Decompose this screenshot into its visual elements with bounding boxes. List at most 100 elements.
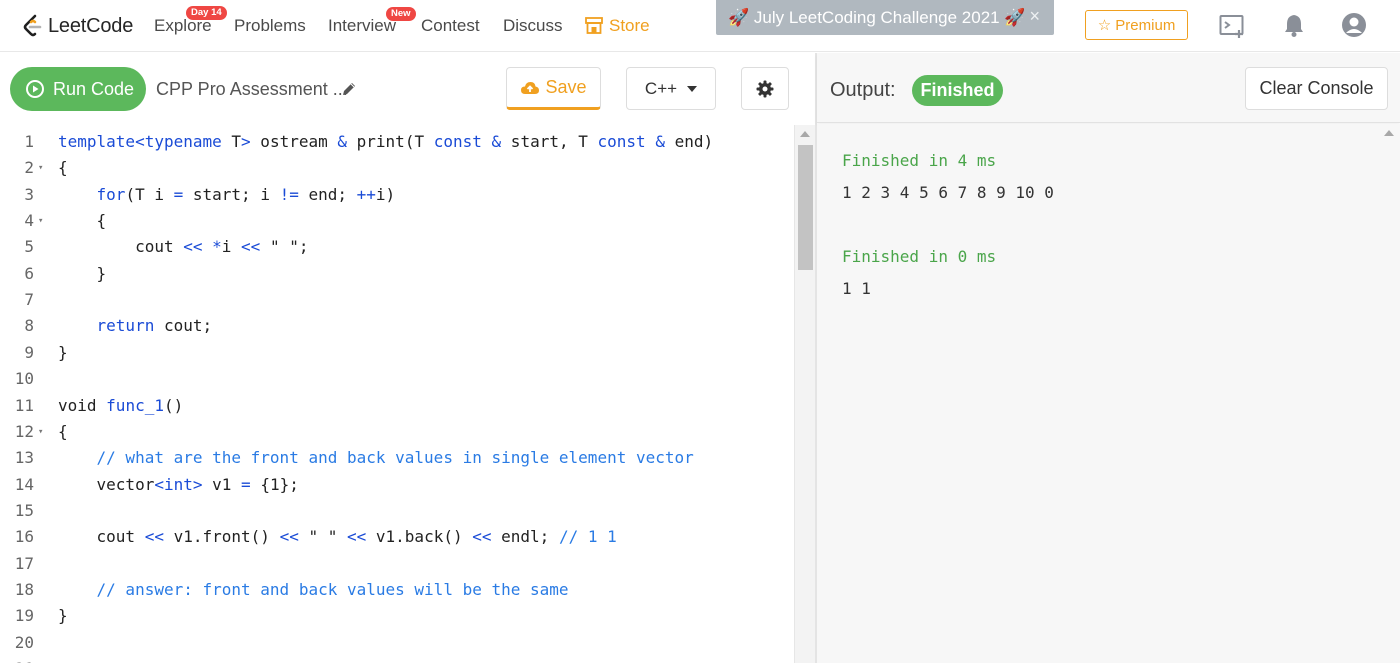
- leetcode-logo-icon: [23, 14, 42, 37]
- code-text: vector<int> v1 = {1};: [58, 474, 299, 494]
- code-line[interactable]: 8 return cout;: [0, 313, 793, 339]
- code-line[interactable]: 13 // what are the front and back values…: [0, 445, 793, 471]
- editor-scrollbar[interactable]: [794, 125, 815, 663]
- code-text: {: [58, 211, 107, 231]
- code-line[interactable]: 14 vector<int> v1 = {1};: [0, 472, 793, 498]
- output-console: Finished in 4 ms 1 2 3 4 5 6 7 8 9 10 0 …: [817, 124, 1400, 663]
- banner-close-icon[interactable]: ×: [1029, 6, 1040, 27]
- code-editor[interactable]: 1 template<typename T> ostream & print(T …: [0, 125, 815, 663]
- code-text: template<typename T> ostream & print(T c…: [58, 132, 714, 151]
- play-circle-icon: [26, 80, 44, 98]
- output-scrollbar[interactable]: [1379, 124, 1400, 663]
- line-number: 3: [24, 184, 34, 204]
- code-line[interactable]: 6 }: [0, 261, 793, 287]
- line-number: 11: [14, 395, 34, 415]
- output-header: Output: Finished Clear Console: [817, 53, 1400, 123]
- code-line[interactable]: 9}: [0, 340, 793, 366]
- code-line[interactable]: 21: [0, 656, 793, 663]
- fold-toggle-icon[interactable]: ▾: [38, 155, 43, 181]
- line-number: 16: [14, 527, 34, 547]
- run-code-button[interactable]: Run Code: [10, 67, 146, 111]
- code-line[interactable]: 12 ▾ {: [0, 419, 793, 445]
- code-text: }: [58, 606, 68, 626]
- line-number: 2: [24, 158, 34, 178]
- top-nav: LeetCode Explore Day 14 Problems Intervi…: [0, 0, 1400, 52]
- run-code-label: Run Code: [53, 78, 135, 99]
- clear-console-button[interactable]: Clear Console: [1245, 67, 1388, 110]
- line-number: 8: [24, 316, 34, 336]
- code-text: {: [58, 158, 68, 178]
- code-line[interactable]: 2 ▾ {: [0, 155, 793, 181]
- banner-text: 🚀 July LeetCoding Challenge 2021 🚀: [728, 7, 1026, 27]
- code-line[interactable]: 15: [0, 498, 793, 524]
- nav-contest[interactable]: Contest: [421, 16, 480, 36]
- line-number: 14: [14, 474, 34, 494]
- premium-button[interactable]: ☆ Premium: [1085, 10, 1188, 40]
- playground-icon[interactable]: [1219, 14, 1247, 38]
- language-value: C++: [644, 78, 678, 98]
- code-line[interactable]: 16 cout << v1.front() << " " << v1.back(…: [0, 524, 793, 550]
- language-select[interactable]: C++: [626, 67, 716, 110]
- code-line[interactable]: 20: [0, 630, 793, 656]
- code-text: cout << *i << " ";: [58, 237, 309, 257]
- cloud-upload-icon: [521, 81, 540, 94]
- nav-store[interactable]: Store: [609, 16, 650, 36]
- edit-pencil-icon[interactable]: [340, 80, 358, 98]
- run-output-text: 1 1: [842, 279, 871, 298]
- code-line[interactable]: 10: [0, 366, 793, 392]
- settings-button[interactable]: [741, 67, 789, 110]
- line-number: 20: [14, 632, 34, 652]
- fold-toggle-icon[interactable]: ▾: [38, 419, 43, 445]
- status-badge: Finished: [912, 75, 1003, 106]
- line-number: 1: [24, 132, 34, 151]
- line-number: 10: [14, 369, 34, 389]
- run-status-text: Finished in 4 ms: [842, 151, 997, 170]
- line-number: 21: [0, 656, 34, 663]
- line-number: 19: [14, 606, 34, 626]
- code-line[interactable]: 1 template<typename T> ostream & print(T …: [0, 129, 793, 155]
- code-line[interactable]: 3 for(T i = start; i != end; ++i): [0, 182, 793, 208]
- line-number: 18: [14, 579, 34, 599]
- notification-bell-icon[interactable]: [1283, 13, 1305, 37]
- code-line[interactable]: 4 ▾ {: [0, 208, 793, 234]
- nav-discuss[interactable]: Discuss: [503, 16, 563, 36]
- line-number: 13: [14, 448, 34, 468]
- code-text: }: [58, 342, 68, 362]
- code-text: cout << v1.front() << " " << v1.back() <…: [58, 527, 617, 547]
- code-text: for(T i = start; i != end; ++i): [96, 184, 396, 204]
- line-number: 5: [24, 237, 34, 257]
- code-text: // what are the front and back values in…: [96, 448, 694, 468]
- editor-scrollbar-thumb[interactable]: [798, 145, 813, 270]
- run-result: Finished in 4 ms 1 2 3 4 5 6 7 8 9 10 0: [842, 148, 1054, 206]
- save-button[interactable]: Save: [506, 67, 601, 110]
- scroll-up-icon[interactable]: [800, 131, 810, 137]
- save-label: Save: [545, 77, 587, 97]
- run-output-text: 1 2 3 4 5 6 7 8 9 10 0: [842, 183, 1054, 202]
- output-label: Output:: [830, 79, 896, 101]
- code-text: {: [58, 421, 68, 441]
- scroll-up-icon[interactable]: [1384, 130, 1394, 136]
- file-title: CPP Pro Assessment ...: [156, 79, 348, 99]
- code-text: // answer: front and back values will be…: [96, 579, 569, 599]
- code-line[interactable]: 17: [0, 551, 793, 577]
- code-line[interactable]: 5 cout << *i << " ";: [0, 234, 793, 260]
- gear-icon: [756, 80, 774, 97]
- interview-new-badge: New: [386, 7, 416, 21]
- code-line[interactable]: 11 void func_1(): [0, 393, 793, 419]
- code-line[interactable]: 18 // answer: front and back values will…: [0, 577, 793, 603]
- logo-text: LeetCode: [48, 14, 134, 37]
- chevron-down-icon: [687, 85, 698, 92]
- challenge-banner[interactable]: 🚀 July LeetCoding Challenge 2021 🚀 ×: [716, 0, 1054, 35]
- line-number: 6: [24, 263, 34, 283]
- code-line[interactable]: 7: [0, 287, 793, 313]
- user-avatar-icon[interactable]: [1341, 12, 1367, 38]
- explore-day-badge: Day 14: [186, 6, 227, 20]
- nav-problems[interactable]: Problems: [234, 16, 306, 36]
- store-icon: [585, 17, 603, 34]
- leetcode-logo[interactable]: LeetCode: [22, 11, 133, 41]
- fold-toggle-icon[interactable]: ▾: [38, 208, 43, 234]
- code-line[interactable]: 19}: [0, 603, 793, 629]
- nav-interview[interactable]: Interview: [328, 16, 396, 36]
- line-number: 12: [14, 421, 34, 441]
- line-number: 17: [14, 553, 34, 573]
